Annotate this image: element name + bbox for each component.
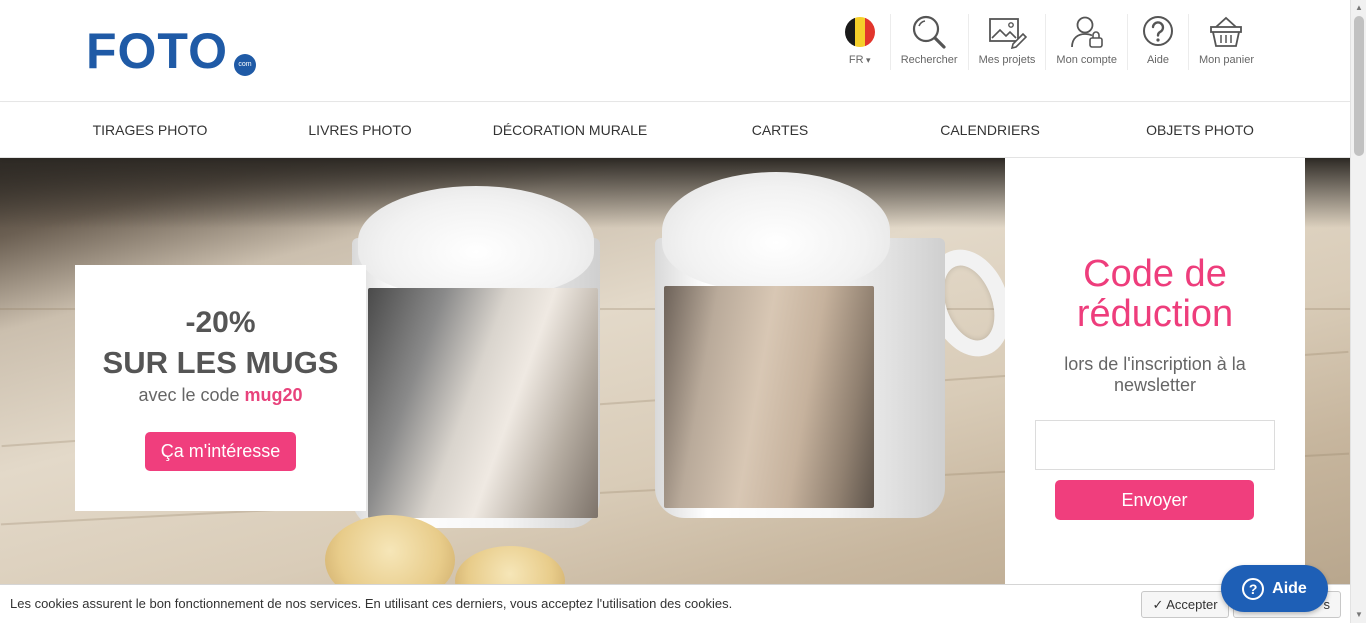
- account-button[interactable]: Mon compte: [1045, 14, 1127, 70]
- language-selector[interactable]: FR: [830, 14, 890, 70]
- nav-item-tirages-photo[interactable]: TIRAGES PHOTO: [93, 103, 208, 158]
- newsletter-send-button[interactable]: Envoyer: [1055, 480, 1254, 520]
- search-label: Rechercher: [900, 54, 958, 66]
- promo-title: SUR LES MUGS: [102, 345, 339, 380]
- nav-item-decoration-murale[interactable]: DÉCORATION MURALE: [493, 103, 648, 158]
- account-icon: [1067, 14, 1107, 50]
- logo-com-badge: com: [234, 54, 256, 76]
- cart-label: Mon panier: [1198, 54, 1254, 66]
- scroll-up-arrow-icon[interactable]: ▲: [1351, 0, 1366, 16]
- nav-item-objets-photo[interactable]: OBJETS PHOTO: [1146, 103, 1254, 158]
- nav-item-cartes[interactable]: CARTES: [752, 103, 809, 158]
- cookie-message: Les cookies assurent le bon fonctionneme…: [10, 596, 733, 611]
- account-label: Mon compte: [1056, 54, 1117, 66]
- help-chat-label: Aide: [1272, 579, 1307, 597]
- mug-dog-photo: [664, 286, 874, 508]
- nav-item-livres-photo[interactable]: LIVRES PHOTO: [308, 103, 411, 158]
- promo-code: mug20: [244, 385, 303, 405]
- mug-wedding-photo: [368, 288, 598, 518]
- promo-code-prefix: avec le code: [138, 385, 240, 405]
- newsletter-subheading: lors de l'inscription à la newsletter: [1064, 354, 1246, 395]
- language-label: FR: [849, 54, 871, 66]
- belgium-flag-icon: [840, 14, 880, 50]
- help-button[interactable]: Aide: [1126, 14, 1188, 70]
- site-header: FOTO com FR ▾ Rechercher Mes projets Mon…: [0, 0, 1350, 102]
- search-button[interactable]: Rechercher: [889, 14, 968, 70]
- projects-button[interactable]: Mes projets: [967, 14, 1046, 70]
- basket-icon: [1206, 14, 1246, 50]
- scroll-down-arrow-icon[interactable]: ▼: [1351, 607, 1366, 623]
- page-scrollbar[interactable]: ▲ ▼: [1350, 0, 1366, 623]
- newsletter-heading: Code de réduction: [1076, 253, 1234, 335]
- help-icon: [1138, 14, 1178, 50]
- promo-code-line: avec le code mug20: [75, 385, 366, 406]
- cart-button[interactable]: Mon panier: [1187, 14, 1264, 70]
- whipped-cream-right: [662, 172, 890, 290]
- muffin-image-2: [455, 546, 565, 588]
- mug-promo-card: -20% SUR LES MUGS avec le code mug20 Ça …: [75, 265, 366, 511]
- main-navigation: TIRAGES PHOTO LIVRES PHOTO DÉCORATION MU…: [0, 103, 1350, 158]
- logo-text: FOTO: [86, 23, 228, 79]
- newsletter-panel: Code de réduction lors de l'inscription …: [1005, 158, 1305, 588]
- projects-icon: [987, 14, 1027, 50]
- foto-logo[interactable]: FOTO com: [86, 26, 276, 82]
- cookie-accept-button[interactable]: ✓ Accepter: [1141, 591, 1229, 618]
- nav-item-calendriers[interactable]: CALENDRIERS: [940, 103, 1040, 158]
- projects-label: Mes projets: [978, 54, 1036, 66]
- help-chat-button[interactable]: ? Aide: [1221, 565, 1328, 612]
- help-label: Aide: [1146, 54, 1169, 66]
- question-icon: ?: [1242, 577, 1265, 600]
- search-icon: [909, 14, 949, 50]
- promo-interest-button[interactable]: Ça m'intéresse: [144, 432, 297, 471]
- header-tools: FR Rechercher Mes projets: [830, 14, 1264, 74]
- scrollbar-thumb[interactable]: [1354, 16, 1364, 156]
- promo-discount: -20%: [185, 306, 256, 339]
- cookie-banner: Les cookies assurent le bon fonctionneme…: [0, 584, 1350, 623]
- newsletter-email-field[interactable]: [1035, 420, 1275, 470]
- whipped-cream-left: [358, 186, 594, 296]
